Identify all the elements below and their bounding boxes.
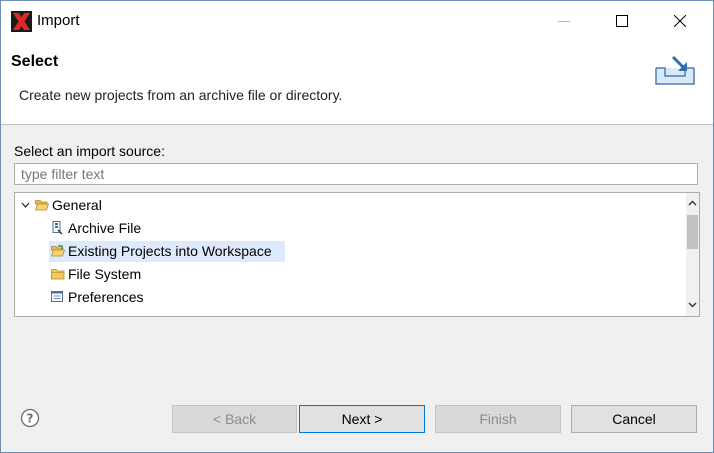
- scroll-up-button[interactable]: [686, 195, 699, 211]
- import-wizard-icon: [655, 55, 695, 85]
- help-icon[interactable]: ?: [19, 407, 41, 429]
- tree-item-existing-projects[interactable]: Existing Projects into Workspace: [49, 241, 285, 262]
- page-description: Create new projects from an archive file…: [19, 87, 343, 103]
- archive-icon: [52, 221, 63, 235]
- tree-item-general[interactable]: General: [15, 195, 685, 216]
- page-title: Select: [11, 53, 59, 70]
- svg-text:?: ?: [27, 412, 34, 426]
- import-source-label: Select an import source:: [14, 143, 165, 159]
- next-button[interactable]: Next >: [299, 405, 425, 433]
- tree-item-file-system[interactable]: File System: [49, 264, 299, 285]
- tree-scrollbar[interactable]: [686, 193, 699, 316]
- chevron-down-icon[interactable]: [21, 202, 30, 208]
- tree-item-label: Preferences: [68, 289, 144, 305]
- import-dialog: Import Select Create new projects from a…: [0, 0, 714, 453]
- project-folder-icon: [51, 245, 65, 257]
- folder-icon: [51, 269, 65, 280]
- maximize-button[interactable]: [599, 1, 645, 41]
- filter-input[interactable]: [14, 163, 698, 185]
- minimize-icon: [558, 21, 570, 22]
- chevron-down-icon: [688, 302, 697, 308]
- preferences-icon: [51, 291, 63, 302]
- tree-item-preferences[interactable]: Preferences: [49, 287, 299, 308]
- tree-item-label: Existing Projects into Workspace: [68, 243, 272, 259]
- finish-button[interactable]: Finish: [435, 405, 561, 433]
- close-icon: [674, 15, 686, 27]
- app-logo-icon: [11, 11, 32, 32]
- wizard-header: Select Create new projects from an archi…: [1, 41, 713, 125]
- scroll-thumb[interactable]: [687, 215, 698, 249]
- tree-item-label: Archive File: [68, 220, 142, 236]
- import-source-tree[interactable]: General Archive File Existing Projects i…: [14, 192, 700, 317]
- tree-item-label: General: [52, 197, 102, 213]
- folder-open-icon: [35, 200, 49, 211]
- minimize-button[interactable]: [541, 1, 587, 41]
- tree-item-label: File System: [68, 266, 142, 282]
- scroll-down-button[interactable]: [686, 297, 699, 313]
- window-title: Import: [37, 12, 80, 29]
- chevron-up-icon: [688, 200, 697, 206]
- close-button[interactable]: [657, 1, 703, 41]
- back-button[interactable]: < Back: [172, 405, 297, 433]
- maximize-icon: [616, 15, 628, 27]
- cancel-button[interactable]: Cancel: [571, 405, 697, 433]
- tree-item-archive-file[interactable]: Archive File: [49, 218, 299, 239]
- title-bar[interactable]: Import: [1, 1, 713, 41]
